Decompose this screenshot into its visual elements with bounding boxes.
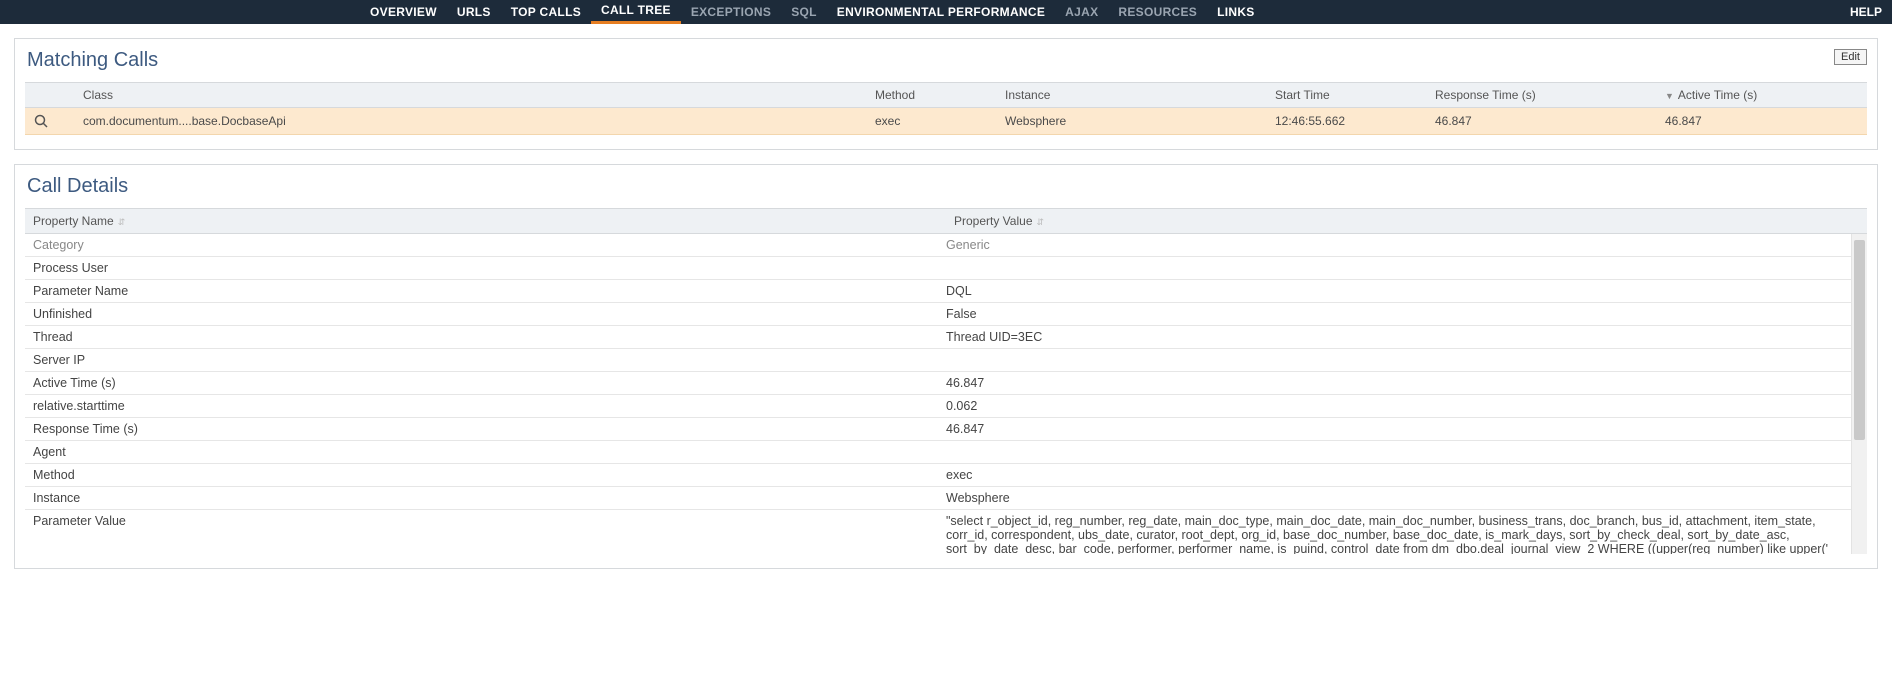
prop-name-cell: Thread xyxy=(25,326,938,349)
sort-desc-icon: ▼ xyxy=(1665,91,1674,101)
table-row[interactable]: InstanceWebsphere xyxy=(25,487,1851,510)
prop-value-cell xyxy=(938,349,1851,372)
table-row[interactable]: Parameter NameDQL xyxy=(25,280,1851,303)
col-method[interactable]: Method xyxy=(867,83,997,108)
prop-value-cell: 46.847 xyxy=(938,372,1851,395)
col-active-label: Active Time (s) xyxy=(1678,88,1757,102)
prop-name-cell: Parameter Value xyxy=(25,510,938,555)
table-row[interactable]: Methodexec xyxy=(25,464,1851,487)
prop-value-cell: Websphere xyxy=(938,487,1851,510)
prop-name-cell: Parameter Name xyxy=(25,280,938,303)
call-details-body-table: Category Generic Process UserParameter N… xyxy=(25,234,1851,554)
prop-name-cell: Server IP xyxy=(25,349,938,372)
table-row[interactable]: relative.starttime0.062 xyxy=(25,395,1851,418)
nav-tab-exceptions[interactable]: EXCEPTIONS xyxy=(681,0,781,24)
col-response[interactable]: Response Time (s) xyxy=(1427,83,1657,108)
prop-name-cell: Active Time (s) xyxy=(25,372,938,395)
prop-value-cell: 0.062 xyxy=(938,395,1851,418)
prop-name-cell: Process User xyxy=(25,257,938,280)
matching-calls-table: Class Method Instance Start Time Respons… xyxy=(25,82,1867,135)
table-header-row: Class Method Instance Start Time Respons… xyxy=(25,83,1867,108)
col-active[interactable]: ▼ Active Time (s) xyxy=(1657,83,1867,108)
table-row[interactable]: Parameter Value"select r_object_id, reg_… xyxy=(25,510,1851,555)
prop-name-cell: Method xyxy=(25,464,938,487)
details-scroll-area[interactable]: Category Generic Process UserParameter N… xyxy=(25,234,1867,554)
col-property-value-label: Property Value xyxy=(954,214,1033,228)
nav-tab-call-tree[interactable]: CALL TREE xyxy=(591,0,681,24)
col-icon[interactable] xyxy=(25,83,75,108)
nav-tab-sql[interactable]: SQL xyxy=(781,0,827,24)
col-start[interactable]: Start Time xyxy=(1267,83,1427,108)
nav-help[interactable]: HELP xyxy=(1850,0,1882,24)
col-property-name[interactable]: Property Name ⇵ xyxy=(25,209,946,234)
prop-value-cell: DQL xyxy=(938,280,1851,303)
prop-value-cell: exec xyxy=(938,464,1851,487)
table-row[interactable]: UnfinishedFalse xyxy=(25,303,1851,326)
prop-name-cell: relative.starttime xyxy=(25,395,938,418)
table-row[interactable]: com.documentum....base.DocbaseApiexecWeb… xyxy=(25,108,1867,135)
prop-name-cell: Category xyxy=(25,234,938,257)
table-row[interactable]: Response Time (s)46.847 xyxy=(25,418,1851,441)
prop-name-cell: Instance xyxy=(25,487,938,510)
table-row[interactable]: Active Time (s)46.847 xyxy=(25,372,1851,395)
nav-tab-links[interactable]: LINKS xyxy=(1207,0,1265,24)
matching-calls-panel: Matching Calls Edit Class Method Instanc… xyxy=(14,38,1878,150)
table-row[interactable]: Process User xyxy=(25,257,1851,280)
call-details-header-table: Property Name ⇵ Property Value ⇵ xyxy=(25,208,1867,234)
prop-value-cell: "select r_object_id, reg_number, reg_dat… xyxy=(938,510,1851,555)
prop-value-cell xyxy=(938,441,1851,464)
start-cell: 12:46:55.662 xyxy=(1267,108,1427,135)
top-nav: OVERVIEWURLSTOP CALLSCALL TREEEXCEPTIONS… xyxy=(0,0,1892,24)
nav-tab-overview[interactable]: OVERVIEW xyxy=(360,0,447,24)
table-row[interactable]: ThreadThread UID=3EC xyxy=(25,326,1851,349)
col-property-value[interactable]: Property Value ⇵ xyxy=(946,209,1867,234)
matching-calls-title: Matching Calls xyxy=(27,49,1867,72)
nav-tab-top-calls[interactable]: TOP CALLS xyxy=(501,0,591,24)
nav-tab-ajax[interactable]: AJAX xyxy=(1055,0,1108,24)
magnifier-icon[interactable] xyxy=(33,113,49,129)
scrollbar-track[interactable]: ▲ ▼ xyxy=(1851,234,1867,554)
col-class[interactable]: Class xyxy=(75,83,867,108)
class-cell: com.documentum....base.DocbaseApi xyxy=(75,108,867,135)
response-cell: 46.847 xyxy=(1427,108,1657,135)
prop-value-cell xyxy=(938,257,1851,280)
instance-cell: Websphere xyxy=(997,108,1267,135)
col-property-name-label: Property Name xyxy=(33,214,114,228)
prop-name-cell: Response Time (s) xyxy=(25,418,938,441)
scrollbar-thumb[interactable] xyxy=(1854,240,1865,440)
active-cell: 46.847 xyxy=(1657,108,1867,135)
prop-value-cell: Generic xyxy=(938,234,1851,257)
table-row[interactable]: Server IP xyxy=(25,349,1851,372)
call-details-title: Call Details xyxy=(27,175,1867,198)
prop-name-cell: Unfinished xyxy=(25,303,938,326)
method-cell: exec xyxy=(867,108,997,135)
edit-button[interactable]: Edit xyxy=(1834,49,1867,65)
nav-tab-urls[interactable]: URLS xyxy=(447,0,501,24)
nav-tab-environmental-performance[interactable]: ENVIRONMENTAL PERFORMANCE xyxy=(827,0,1055,24)
table-row[interactable]: Agent xyxy=(25,441,1851,464)
table-row[interactable]: Category Generic xyxy=(25,234,1851,257)
row-icon-cell[interactable] xyxy=(25,108,75,135)
prop-value-cell: False xyxy=(938,303,1851,326)
prop-value-cell: Thread UID=3EC xyxy=(938,326,1851,349)
prop-name-cell: Agent xyxy=(25,441,938,464)
prop-value-cell: 46.847 xyxy=(938,418,1851,441)
sort-both-icon: ⇵ xyxy=(118,217,126,227)
sort-both-icon: ⇵ xyxy=(1037,217,1045,227)
col-instance[interactable]: Instance xyxy=(997,83,1267,108)
call-details-panel: Call Details Property Name ⇵ Property Val… xyxy=(14,164,1878,569)
details-header-row: Property Name ⇵ Property Value ⇵ xyxy=(25,209,1867,234)
nav-tab-resources[interactable]: RESOURCES xyxy=(1108,0,1207,24)
